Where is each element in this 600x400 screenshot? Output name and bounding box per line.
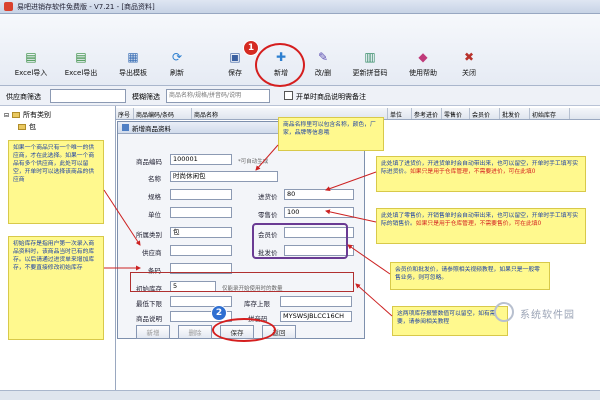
excel-import-icon: ▤ <box>25 50 37 64</box>
toolbar-button-9[interactable]: ✖ 关闭 <box>444 49 494 85</box>
window-title: 易吧进销存软件免费版 - V7.21 - [商品资料] <box>17 2 155 11</box>
toolbar-button-label: 使用帮助 <box>409 69 437 77</box>
fuzzy-filter-label: 模糊筛选 <box>132 93 160 101</box>
stock-limits-highlight <box>130 272 354 292</box>
step-badge-2: 2 <box>211 305 227 321</box>
tree-expand-icon[interactable]: ⊟ <box>4 112 9 119</box>
unit-label: 单位 <box>148 211 161 219</box>
unit-input[interactable] <box>170 207 232 218</box>
add-button[interactable]: 新增 <box>136 325 170 339</box>
name-input[interactable]: 时尚休闲包 <box>170 171 278 182</box>
callout-initial-stock-tip: 初始库存是指用户第一次录入商品资料时，该商品当时已有的库存。以后请通过进货单来增… <box>8 236 104 340</box>
purchase-label: 进货价 <box>258 193 278 201</box>
callout-purchase-price-tip: 此处填了进货价，开进货单时会自动带出来，也可以留空，开单时手工填写实际进货价。如… <box>376 156 586 192</box>
step-badge-1: 1 <box>243 40 259 56</box>
excel-export-icon: ▤ <box>75 50 87 64</box>
title-bar: 易吧进销存软件免费版 - V7.21 - [商品资料] <box>0 0 600 14</box>
folder-icon <box>12 112 21 118</box>
tree-node-root[interactable]: ⊟ 所有类别 <box>4 110 51 120</box>
category-select[interactable]: 包 <box>170 227 232 238</box>
max-stock-input[interactable] <box>280 296 352 307</box>
purchase-input[interactable]: 80 <box>284 189 354 200</box>
grid-column-header[interactable]: 参考进价 <box>412 108 442 119</box>
filter-bar: 供应商筛选 模糊筛选 商品名称/规格/拼音码/说明 开单时商品说明需备注 <box>0 86 600 106</box>
callout-supplier-tip: 如果一个商品只有一个唯一的供应商，才在此选择。如果一个商品有多个供应商，此处可以… <box>8 140 104 224</box>
tree-node-bag[interactable]: 包 <box>18 122 36 132</box>
toolbar-button-1[interactable]: ▤ Excel导出 <box>56 49 106 85</box>
code-hint: *可自动生成 <box>238 159 269 165</box>
retail-input[interactable]: 100 <box>284 207 354 218</box>
new-button-highlight <box>255 43 305 87</box>
retail-label: 零售价 <box>258 211 278 219</box>
supplier-select[interactable] <box>170 245 232 256</box>
supplier-filter-label: 供应商筛选 <box>6 93 41 101</box>
close-icon: ✖ <box>463 50 475 64</box>
callout-member-price-tip: 会员价和批发价，请参照相关视频教程，如果只是一般零售业务，则可忽略。 <box>390 262 550 290</box>
callout-stock-alarm-tip: 这两项库存报警数值可以留空，如有需要，请参阅相关教程 <box>392 306 508 336</box>
template-icon: ▦ <box>127 50 139 64</box>
desc-label: 商品说明 <box>136 315 162 323</box>
toolbar-button-label: 改/删 <box>314 69 332 77</box>
toolbar-button-label: Excel导入 <box>14 69 48 77</box>
toolbar-button-label: 导出模板 <box>119 69 147 77</box>
watermark-text: 系统软件园 <box>520 310 575 321</box>
grid-column-header[interactable]: 商品编码/条码 <box>134 108 192 119</box>
toolbar-button-6[interactable]: ✎ 改/删 <box>298 49 348 85</box>
pinyin-input[interactable]: MYSWSJBLCC16CH <box>280 311 352 322</box>
spec-input[interactable] <box>170 189 232 200</box>
grid-column-header[interactable]: 会员价 <box>470 108 500 119</box>
app-icon <box>4 2 13 11</box>
member-wholesale-highlight <box>252 223 348 259</box>
min-stock-label: 最低下限 <box>136 300 162 308</box>
dialog-icon <box>122 124 129 131</box>
folder-icon <box>18 124 26 130</box>
toolbar-button-3[interactable]: ⟳ 刷新 <box>152 49 202 85</box>
toolbar-button-label: 刷新 <box>170 69 184 77</box>
grid-column-header[interactable]: 初始库存 <box>530 108 570 119</box>
toolbar-button-8[interactable]: ◆ 使用帮助 <box>398 49 448 85</box>
refresh-icon: ⟳ <box>171 50 183 64</box>
name-label: 名称 <box>148 175 161 183</box>
max-stock-label: 库存上限 <box>244 300 270 308</box>
grid-column-header[interactable]: 批发价 <box>500 108 530 119</box>
watermark-logo <box>494 302 514 322</box>
delete-button[interactable]: 删除 <box>178 325 212 339</box>
callout-retail-price-tip: 此处填了零售价，开销售单时会自动带出来，也可以留空，开单时手工填写实际的销售价。… <box>376 208 586 244</box>
pinyin-icon: ▥ <box>364 50 376 64</box>
code-input[interactable]: 100001 <box>170 154 232 165</box>
supplier-filter-input[interactable] <box>50 89 126 103</box>
callout-name-tip: 商品名称里可以包含名称，颜色，厂家，品牌等信息哦 <box>278 117 384 151</box>
toolbar-button-label: 关闭 <box>462 69 476 77</box>
toolbar-button-2[interactable]: ▦ 导出模板 <box>108 49 158 85</box>
status-bar <box>0 390 600 400</box>
toolbar-button-7[interactable]: ▥ 更新拼音码 <box>345 49 395 85</box>
toolbar-button-0[interactable]: ▤ Excel导入 <box>6 49 56 85</box>
save-button-highlight <box>212 318 276 342</box>
help-icon: ◆ <box>418 50 428 64</box>
grid-column-header[interactable]: 单位 <box>388 108 412 119</box>
toolbar-button-label: 保存 <box>228 69 242 77</box>
supplier-label: 供应商 <box>142 249 162 257</box>
grid-column-header[interactable]: 序号 <box>116 108 134 119</box>
toolbar-button-label: 更新拼音码 <box>352 69 388 77</box>
remark-checkbox-label: 开单时商品说明需备注 <box>296 93 366 101</box>
edit-icon: ✎ <box>317 50 329 64</box>
grid-column-header[interactable]: 零售价 <box>442 108 470 119</box>
code-label: 商品编码 <box>136 158 162 166</box>
remark-checkbox[interactable] <box>284 91 293 100</box>
spec-label: 规格 <box>148 193 161 201</box>
fuzzy-filter-input[interactable]: 商品名称/规格/拼音码/说明 <box>166 89 270 103</box>
toolbar-button-label: Excel导出 <box>64 69 98 77</box>
category-label: 所属类别 <box>136 231 162 239</box>
save-icon: ▣ <box>229 50 241 64</box>
dialog-title: 新增商品资料 <box>132 124 171 133</box>
